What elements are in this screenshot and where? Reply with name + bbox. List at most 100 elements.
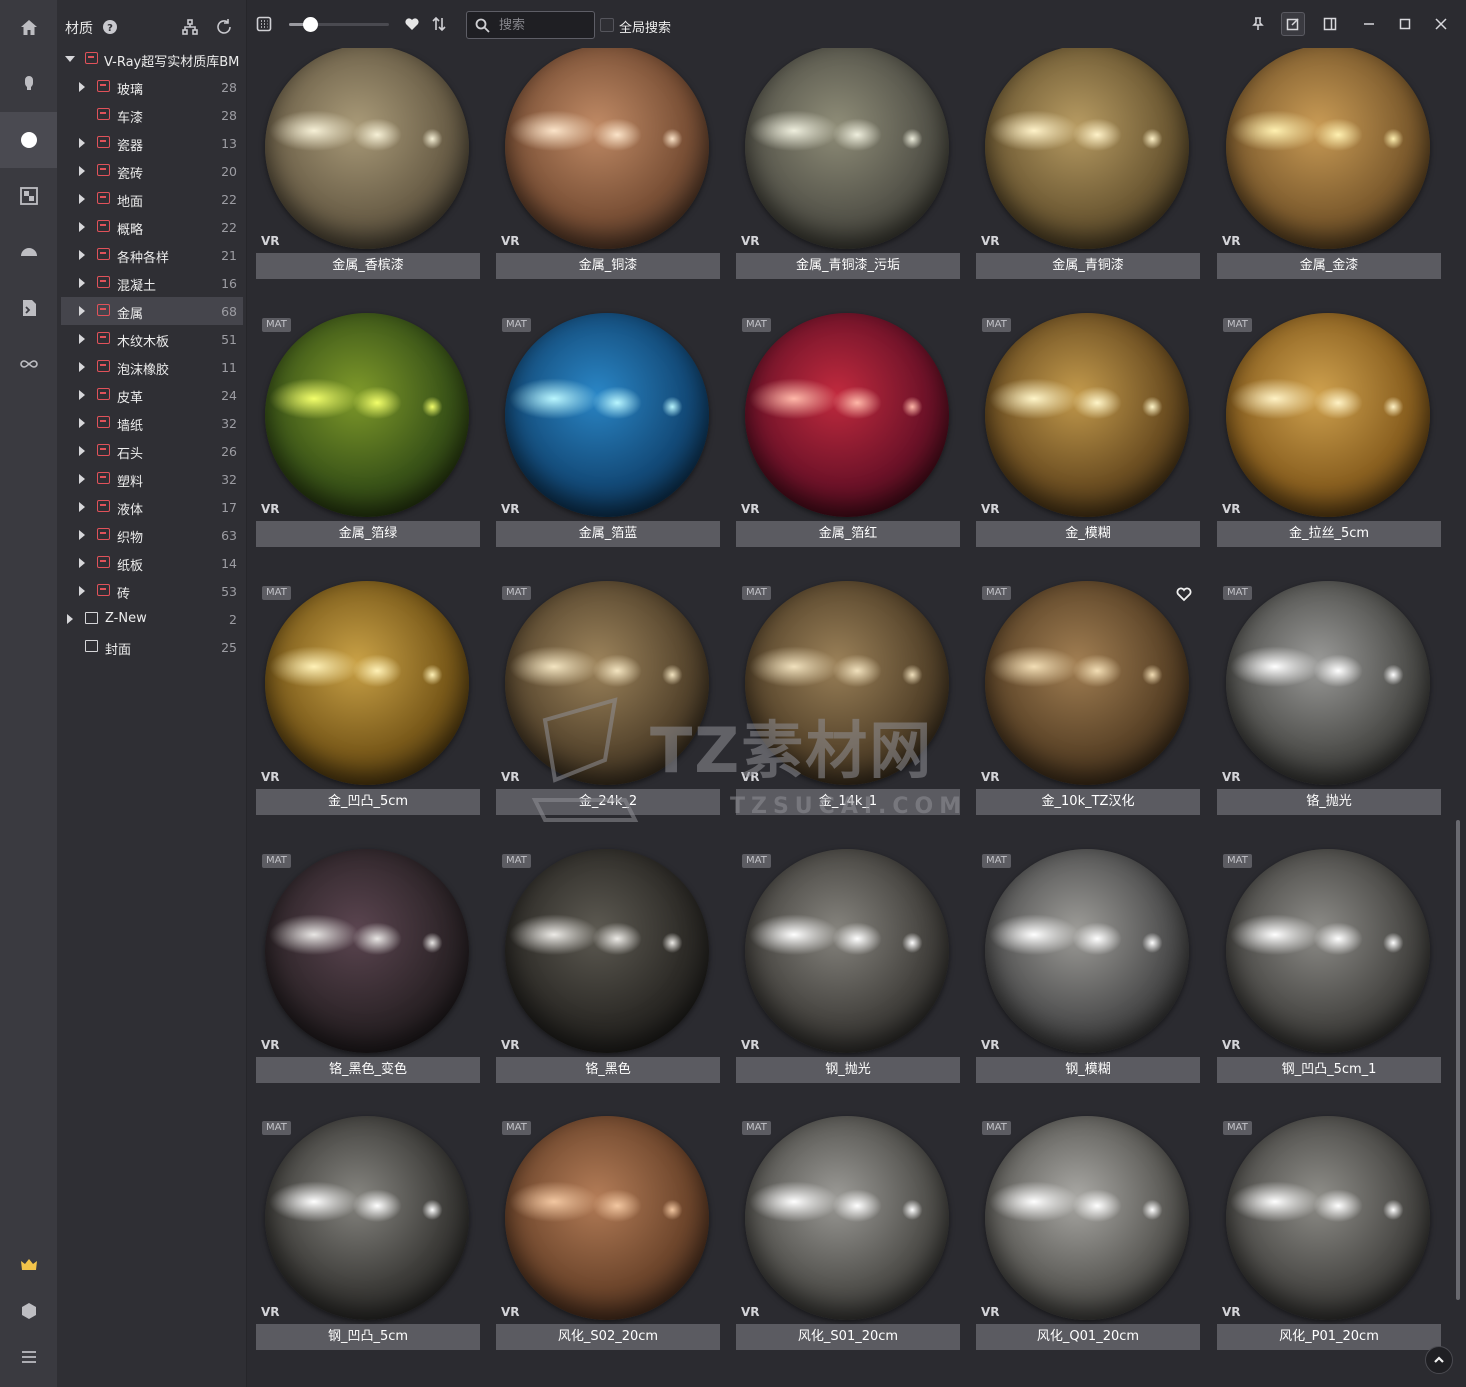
chevron-right-icon[interactable] bbox=[79, 502, 85, 512]
chevron-right-icon[interactable] bbox=[79, 166, 85, 176]
chevron-right-icon[interactable] bbox=[79, 530, 85, 540]
renderer-label: VR bbox=[741, 770, 760, 784]
material-card[interactable]: MAT VR 铬_抛光 bbox=[1217, 580, 1441, 816]
chevron-right-icon[interactable] bbox=[79, 138, 85, 148]
material-card[interactable]: MAT VR 金_拉丝_5cm bbox=[1217, 312, 1441, 548]
tree-item-category[interactable]: 泡沫橡胶 11 bbox=[61, 353, 243, 381]
tree-item-category[interactable]: 塑料 32 bbox=[61, 465, 243, 493]
search-input[interactable] bbox=[499, 15, 591, 35]
material-card[interactable]: MAT VR 钢_凹凸_5cm bbox=[256, 1115, 480, 1351]
material-card[interactable]: MAT VR 钢_抛光 bbox=[736, 848, 960, 1084]
help-icon[interactable]: ? bbox=[101, 18, 119, 36]
tree-item-category[interactable]: 瓷砖 20 bbox=[61, 157, 243, 185]
material-card[interactable]: VR 金属_青铜漆_污垢 bbox=[736, 48, 960, 280]
category-icon bbox=[97, 108, 110, 120]
chevron-right-icon[interactable] bbox=[79, 558, 85, 568]
tree-item-category[interactable]: 金属 68 bbox=[61, 297, 243, 325]
rail-script-button[interactable] bbox=[0, 280, 57, 336]
sort-icon[interactable] bbox=[430, 15, 448, 33]
panel-toggle-icon[interactable] bbox=[1318, 12, 1342, 36]
rail-texture-button[interactable] bbox=[0, 168, 57, 224]
rail-home-button[interactable] bbox=[0, 0, 57, 56]
material-card[interactable]: MAT VR 风化_S01_20cm bbox=[736, 1115, 960, 1351]
rail-model-button[interactable] bbox=[0, 56, 57, 112]
material-card[interactable]: VR 金属_香槟漆 bbox=[256, 48, 480, 280]
material-card[interactable]: MAT VR 风化_Q01_20cm bbox=[976, 1115, 1200, 1351]
tree-item-category[interactable]: 概略 22 bbox=[61, 213, 243, 241]
material-card[interactable]: MAT VR 钢_凹凸_5cm_1 bbox=[1217, 848, 1441, 1084]
material-card[interactable]: MAT VR 风化_S02_20cm bbox=[496, 1115, 720, 1351]
material-card[interactable]: MAT VR 金_凹凸_5cm bbox=[256, 580, 480, 816]
tree-item-folder[interactable]: 封面 25 bbox=[61, 633, 243, 661]
tree-item-category[interactable]: 砖 53 bbox=[61, 577, 243, 605]
tree-item-category[interactable]: 车漆 28 bbox=[61, 101, 243, 129]
material-card[interactable]: MAT VR 金属_箔蓝 bbox=[496, 312, 720, 548]
refresh-icon[interactable] bbox=[215, 18, 233, 36]
tree-item-category[interactable]: 液体 17 bbox=[61, 493, 243, 521]
chevron-right-icon[interactable] bbox=[79, 278, 85, 288]
tree-item-category[interactable]: 地面 22 bbox=[61, 185, 243, 213]
hierarchy-icon[interactable] bbox=[181, 18, 199, 36]
tree-item-category[interactable]: 织物 63 bbox=[61, 521, 243, 549]
grid-scrollbar[interactable] bbox=[1456, 820, 1460, 1300]
chevron-right-icon[interactable] bbox=[79, 586, 85, 596]
rail-infinity-button[interactable] bbox=[0, 336, 57, 392]
chevron-right-icon[interactable] bbox=[79, 334, 85, 344]
tree-item-category[interactable]: 石头 26 bbox=[61, 437, 243, 465]
chevron-right-icon[interactable] bbox=[79, 250, 85, 260]
tree-root-vray-library[interactable]: V-Ray超写实材质库BM bbox=[61, 45, 243, 73]
chevron-right-icon[interactable] bbox=[79, 306, 85, 316]
grid-view-icon[interactable] bbox=[255, 15, 273, 33]
material-preview-sphere bbox=[505, 313, 709, 517]
material-card[interactable]: VR 金属_铜漆 bbox=[496, 48, 720, 280]
tree-item-label: 瓷砖 bbox=[117, 167, 144, 182]
tree-item-category[interactable]: 墙纸 32 bbox=[61, 409, 243, 437]
material-card[interactable]: VR 金属_青铜漆 bbox=[976, 48, 1200, 280]
material-card[interactable]: MAT VR 金属_箔红 bbox=[736, 312, 960, 548]
close-icon[interactable] bbox=[1429, 12, 1453, 36]
chevron-right-icon[interactable] bbox=[79, 418, 85, 428]
tree-item-category[interactable]: 瓷器 13 bbox=[61, 129, 243, 157]
material-card[interactable]: MAT VR 钢_模糊 bbox=[976, 848, 1200, 1084]
chevron-right-icon[interactable] bbox=[79, 474, 85, 484]
pin-icon[interactable] bbox=[1246, 12, 1270, 36]
tree-item-category[interactable]: 纸板 14 bbox=[61, 549, 243, 577]
rail-menu-button[interactable] bbox=[0, 1329, 57, 1385]
material-card[interactable]: MAT VR 铬_黑色_变色 bbox=[256, 848, 480, 1084]
material-card[interactable]: MAT VR 风化_P01_20cm bbox=[1217, 1115, 1441, 1351]
chevron-right-icon[interactable] bbox=[79, 194, 85, 204]
scroll-to-top-button[interactable] bbox=[1425, 1346, 1453, 1374]
minimize-icon[interactable] bbox=[1357, 12, 1381, 36]
search-box[interactable] bbox=[466, 11, 595, 39]
tree-item-category[interactable]: 混凝土 16 bbox=[61, 269, 243, 297]
edit-icon[interactable] bbox=[1281, 12, 1305, 36]
chevron-right-icon[interactable] bbox=[67, 614, 73, 624]
material-card[interactable]: VR 金属_金漆 bbox=[1217, 48, 1441, 280]
material-card[interactable]: MAT VR 金_10k_TZ汉化 bbox=[976, 580, 1200, 816]
material-card[interactable]: MAT VR 金_模糊 bbox=[976, 312, 1200, 548]
material-card[interactable]: MAT VR 金_14k_1 bbox=[736, 580, 960, 816]
material-card[interactable]: MAT VR 铬_黑色 bbox=[496, 848, 720, 1084]
material-card[interactable]: MAT VR 金属_箔绿 bbox=[256, 312, 480, 548]
favorite-filter-icon[interactable] bbox=[403, 15, 421, 33]
tree-item-folder[interactable]: Z-New 2 bbox=[61, 605, 243, 633]
global-search-checkbox[interactable] bbox=[600, 18, 614, 32]
chevron-right-icon[interactable] bbox=[79, 446, 85, 456]
slider-knob[interactable] bbox=[303, 17, 318, 32]
maximize-icon[interactable] bbox=[1393, 12, 1417, 36]
tree-item-category[interactable]: 皮革 24 bbox=[61, 381, 243, 409]
chevron-right-icon[interactable] bbox=[79, 362, 85, 372]
chevron-right-icon[interactable] bbox=[79, 82, 85, 92]
material-card[interactable]: MAT VR 金_24k_2 bbox=[496, 580, 720, 816]
chevron-right-icon[interactable] bbox=[79, 390, 85, 400]
rail-material-button[interactable] bbox=[0, 112, 57, 168]
rail-lighting-button[interactable] bbox=[0, 224, 57, 280]
tree-item-category[interactable]: 玻璃 28 bbox=[61, 73, 243, 101]
material-name: 铬_黑色 bbox=[496, 1057, 720, 1083]
tree-item-category[interactable]: 木纹木板 51 bbox=[61, 325, 243, 353]
heart-icon[interactable] bbox=[1176, 586, 1192, 602]
chevron-down-icon[interactable] bbox=[65, 56, 75, 62]
chevron-right-icon[interactable] bbox=[79, 222, 85, 232]
tree-item-category[interactable]: 各种各样 21 bbox=[61, 241, 243, 269]
mat-badge: MAT bbox=[742, 318, 771, 332]
